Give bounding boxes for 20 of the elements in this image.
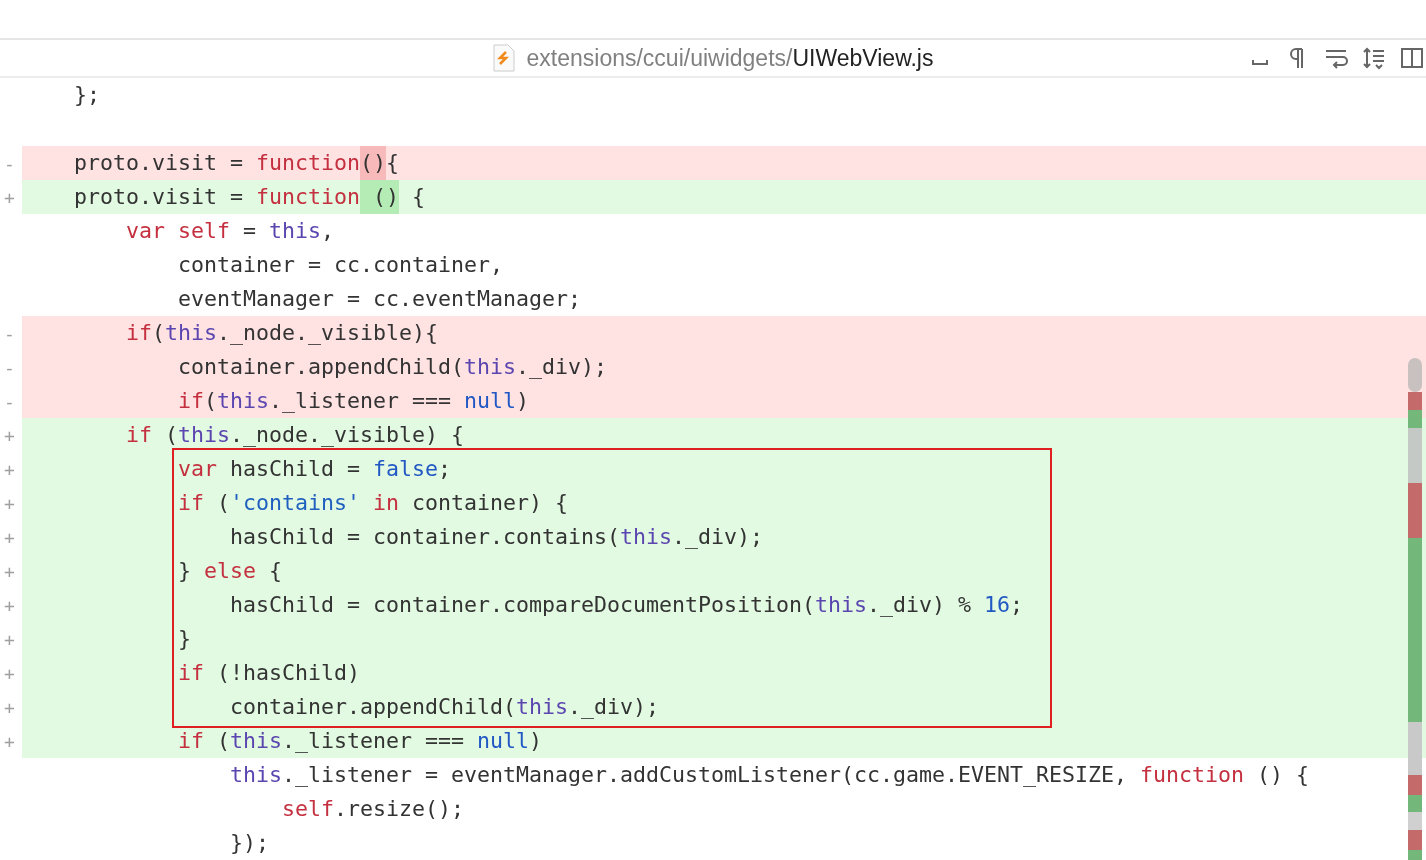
diff-sign: -	[3, 152, 16, 174]
diff-sign: -	[3, 356, 16, 378]
diff-sign: +	[3, 492, 16, 514]
diff-sign: +	[3, 186, 16, 208]
diff-sign: +	[3, 730, 16, 752]
split-view-icon[interactable]	[1400, 46, 1424, 70]
diff-sign: +	[3, 594, 16, 616]
line-spacing-icon[interactable]	[1362, 46, 1386, 70]
diff-sign: -	[3, 390, 16, 412]
diff-sign: -	[3, 322, 16, 344]
diff-sign: +	[3, 458, 16, 480]
diff-sign: +	[3, 628, 16, 650]
diff-overview-scrollbar[interactable]	[1408, 358, 1422, 860]
diff-sign: +	[3, 560, 16, 582]
js-file-icon	[492, 44, 515, 72]
diff-sign: +	[3, 696, 16, 718]
diff-sign: +	[3, 662, 16, 684]
diff-sign: +	[3, 424, 16, 446]
file-path: extensions/ccui/uiwidgets/UIWebView.js	[526, 44, 934, 72]
diff-sign: +	[3, 526, 16, 548]
